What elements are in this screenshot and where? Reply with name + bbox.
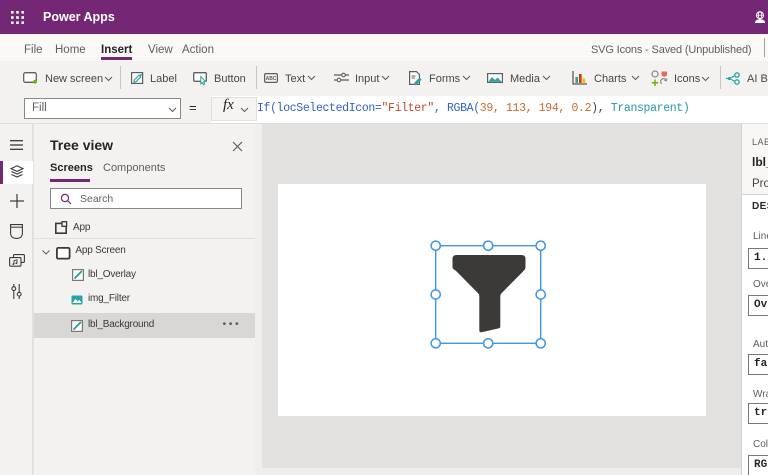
svg-text:ABC: ABC [266,76,277,82]
